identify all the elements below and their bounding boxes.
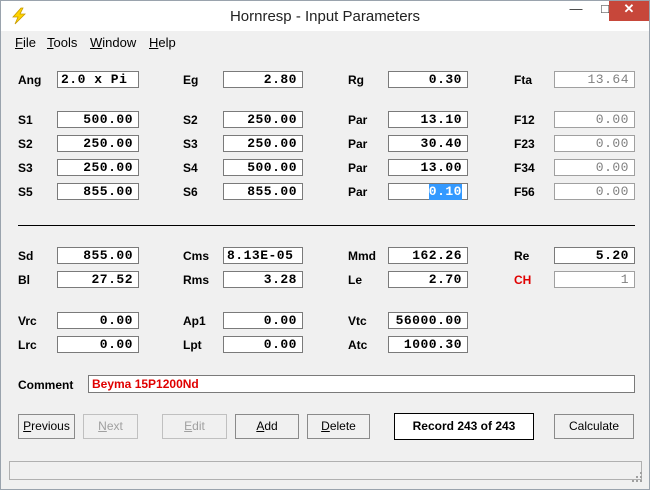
field-par[interactable]: 30.40 — [388, 135, 468, 152]
field-f12: 0.00 — [554, 111, 635, 128]
field-mmd[interactable]: 162.26 — [388, 247, 468, 264]
field-vrc[interactable]: 0.00 — [57, 312, 139, 329]
calculate-button[interactable]: Calculate — [554, 414, 634, 439]
label-rms: Rms — [183, 273, 210, 287]
edit-button[interactable]: Edit — [162, 414, 227, 439]
resize-grip-icon[interactable] — [631, 471, 643, 483]
menu-help[interactable]: Help — [149, 35, 176, 50]
menu-tools[interactable]: Tools — [47, 35, 77, 50]
label-comment: Comment — [18, 378, 74, 392]
label-vtc: Vtc — [348, 314, 367, 328]
label-s4: S4 — [183, 161, 198, 175]
label-bl: Bl — [18, 273, 30, 287]
label-par: Par — [348, 137, 368, 151]
add-button[interactable]: Add — [235, 414, 299, 439]
field-par-selected[interactable]: 0.10 — [388, 183, 468, 200]
label-f12: F12 — [514, 113, 535, 127]
field-par[interactable]: 13.10 — [388, 111, 468, 128]
field-f34: 0.00 — [554, 159, 635, 176]
previous-button[interactable]: Previous — [18, 414, 75, 439]
status-bar — [9, 461, 642, 480]
field-f56: 0.00 — [554, 183, 635, 200]
label-mmd: Mmd — [348, 249, 376, 263]
minimize-button[interactable]: — — [562, 1, 590, 21]
field-s6[interactable]: 855.00 — [223, 183, 303, 200]
selected-text: 0.10 — [428, 184, 462, 200]
label-fta: Fta — [514, 73, 532, 87]
field-le[interactable]: 2.70 — [388, 271, 468, 288]
field-sd[interactable]: 855.00 — [57, 247, 139, 264]
menu-file[interactable]: File — [15, 35, 36, 50]
field-vtc[interactable]: 56000.00 — [388, 312, 468, 329]
field-s3[interactable]: 250.00 — [57, 159, 139, 176]
window-title: Hornresp - Input Parameters — [229, 8, 421, 25]
label-s6: S6 — [183, 185, 198, 199]
field-ap1[interactable]: 0.00 — [223, 312, 303, 329]
field-par[interactable]: 13.00 — [388, 159, 468, 176]
label-ch: CH — [514, 273, 532, 287]
field-rms[interactable]: 3.28 — [223, 271, 303, 288]
record-counter: Record 243 of 243 — [394, 413, 534, 440]
field-ch: 1 — [554, 271, 635, 288]
label-s5: S5 — [18, 185, 33, 199]
close-button[interactable]: ✕ — [609, 1, 649, 21]
label-f23: F23 — [514, 137, 535, 151]
label-s2: S2 — [183, 113, 198, 127]
label-rg: Rg — [348, 73, 364, 87]
field-s3[interactable]: 250.00 — [223, 135, 303, 152]
label-ang: Ang — [18, 73, 42, 87]
label-lpt: Lpt — [183, 338, 202, 352]
title-bar[interactable]: Hornresp - Input Parameters — □ ✕ — [1, 1, 649, 31]
field-bl[interactable]: 27.52 — [57, 271, 139, 288]
field-lpt[interactable]: 0.00 — [223, 336, 303, 353]
app-window: Hornresp - Input Parameters — □ ✕ File T… — [0, 0, 650, 490]
label-s1: S1 — [18, 113, 33, 127]
label-re: Re — [514, 249, 530, 263]
next-button[interactable]: Next — [83, 414, 138, 439]
section-divider — [18, 225, 635, 226]
label-s2: S2 — [18, 137, 33, 151]
label-sd: Sd — [18, 249, 34, 263]
label-atc: Atc — [348, 338, 368, 352]
label-f56: F56 — [514, 185, 535, 199]
label-par: Par — [348, 185, 368, 199]
label-lrc: Lrc — [18, 338, 37, 352]
field-s2[interactable]: 250.00 — [223, 111, 303, 128]
field-cms[interactable]: 8.13E-05 — [223, 247, 303, 264]
field-fta: 13.64 — [554, 71, 635, 88]
comment-field[interactable]: Beyma 15P1200Nd — [88, 375, 635, 393]
field-s1[interactable]: 500.00 — [57, 111, 139, 128]
label-ap1: Ap1 — [183, 314, 206, 328]
label-par: Par — [348, 113, 368, 127]
field-atc[interactable]: 1000.30 — [388, 336, 468, 353]
field-lrc[interactable]: 0.00 — [57, 336, 139, 353]
label-f34: F34 — [514, 161, 535, 175]
field-f23: 0.00 — [554, 135, 635, 152]
field-s4[interactable]: 500.00 — [223, 159, 303, 176]
label-eg: Eg — [183, 73, 199, 87]
label-le: Le — [348, 273, 363, 287]
menu-bar: File Tools Window Help — [1, 32, 649, 52]
label-cms: Cms — [183, 249, 210, 263]
field-eg[interactable]: 2.80 — [223, 71, 303, 88]
field-s5[interactable]: 855.00 — [57, 183, 139, 200]
label-s3: S3 — [183, 137, 198, 151]
field-ang[interactable]: 2.0 x Pi — [57, 71, 139, 88]
delete-button[interactable]: Delete — [307, 414, 370, 439]
field-s2[interactable]: 250.00 — [57, 135, 139, 152]
label-vrc: Vrc — [18, 314, 37, 328]
field-rg[interactable]: 0.30 — [388, 71, 468, 88]
label-par: Par — [348, 161, 368, 175]
label-s3: S3 — [18, 161, 33, 175]
menu-window[interactable]: Window — [90, 35, 136, 50]
field-re[interactable]: 5.20 — [554, 247, 635, 264]
